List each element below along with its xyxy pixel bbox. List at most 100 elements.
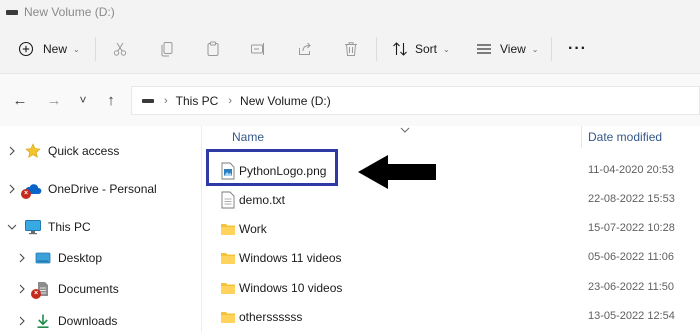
file-name: otherssssss <box>239 310 303 324</box>
file-name: Windows 10 videos <box>239 281 343 295</box>
breadcrumb-new-volume[interactable]: New Volume (D:) <box>240 94 331 108</box>
documents-icon: × <box>31 281 52 299</box>
sidebar-item-downloads[interactable]: Downloads <box>16 310 117 332</box>
back-arrow-icon: ← <box>12 91 28 109</box>
chevron-right-icon[interactable] <box>16 253 28 263</box>
command-bar: New ⌄ Sort ⌄ View ⌄ ··· <box>0 24 700 74</box>
chevron-right-icon[interactable] <box>6 146 18 156</box>
toolbar-divider <box>95 37 96 61</box>
sidebar-item-label: Documents <box>58 282 119 296</box>
cloud-icon: × <box>21 181 42 199</box>
highlight-box <box>206 149 338 186</box>
sort-icon <box>393 42 407 56</box>
copy-icon <box>161 42 173 57</box>
rename-icon <box>251 43 264 55</box>
desktop-icon <box>34 250 52 266</box>
chevron-right-icon[interactable] <box>16 284 28 294</box>
sort-label: Sort <box>415 42 438 56</box>
chevron-down-icon: ⌄ <box>73 44 80 54</box>
chevron-down-icon[interactable] <box>6 223 18 231</box>
file-date: 22-08-2022 15:53 <box>588 193 675 205</box>
new-label: New <box>43 42 68 56</box>
share-icon <box>299 42 311 55</box>
toolbar-divider <box>551 37 552 61</box>
delete-button[interactable] <box>343 24 359 74</box>
column-header-date-modified[interactable]: Date modified <box>588 130 662 144</box>
sidebar-item-quick-access[interactable]: Quick access <box>6 140 119 162</box>
drive-icon <box>6 9 18 15</box>
new-button[interactable]: New ⌄ <box>18 24 80 74</box>
content-area: Quick access × OneDrive - Personal This … <box>0 126 700 332</box>
sidebar-item-label: Downloads <box>58 314 118 328</box>
sidebar-item-this-pc[interactable]: This PC <box>6 216 91 238</box>
pointer-arrow-icon <box>358 155 436 189</box>
copy-button[interactable] <box>159 24 175 74</box>
this-pc-icon <box>142 98 154 103</box>
forward-arrow-icon: → <box>46 91 62 109</box>
column-header-name[interactable]: Name <box>232 130 264 144</box>
up-button[interactable]: ↑ <box>101 90 121 110</box>
file-row[interactable]: Work 15-07-2022 10:28 <box>203 214 700 244</box>
folder-icon <box>220 308 236 326</box>
title-bar: New Volume (D:) <box>0 0 700 24</box>
file-date: 11-04-2020 20:53 <box>588 164 675 176</box>
file-date: 05-06-2022 11:06 <box>588 251 675 263</box>
plus-circle-icon <box>18 41 34 57</box>
sidebar-item-label: Quick access <box>48 144 120 158</box>
view-button[interactable]: View ⌄ <box>476 24 539 74</box>
window-title: New Volume (D:) <box>24 5 115 19</box>
sidebar-item-label: This PC <box>48 220 91 234</box>
folder-icon <box>220 220 236 238</box>
chevron-right-icon: › <box>164 94 168 107</box>
address-bar[interactable]: › This PC › New Volume (D:) <box>131 86 700 115</box>
cut-button[interactable] <box>112 24 128 74</box>
file-date: 13-05-2022 12:54 <box>588 310 675 322</box>
chevron-down-icon: ⌄ <box>443 44 450 54</box>
sync-error-badge-icon: × <box>21 189 31 199</box>
scissors-icon <box>113 42 127 56</box>
forward-button[interactable]: → <box>44 90 64 110</box>
sort-indicator-icon <box>400 122 410 136</box>
toolbar-divider <box>376 37 377 61</box>
file-date: 23-06-2022 11:50 <box>588 281 675 293</box>
more-options-button[interactable]: ··· <box>568 24 587 74</box>
chevron-down-icon: ˅ <box>79 93 87 107</box>
sidebar-item-label: OneDrive - Personal <box>48 182 157 196</box>
sidebar-item-desktop[interactable]: Desktop <box>16 247 102 269</box>
folder-icon <box>220 279 236 297</box>
chevron-down-icon: ⌄ <box>531 44 539 54</box>
sidebar-item-onedrive[interactable]: × OneDrive - Personal <box>6 178 157 200</box>
chevron-right-icon[interactable] <box>6 184 18 194</box>
file-row[interactable]: demo.txt 22-08-2022 15:53 <box>203 185 700 215</box>
file-row[interactable]: Windows 11 videos 05-06-2022 11:06 <box>203 243 700 273</box>
navigation-bar: ← → ˅ ↑ › This PC › New Volume (D:) <box>0 74 700 126</box>
file-row[interactable]: otherssssss 13-05-2022 12:54 <box>203 302 700 332</box>
downloads-icon <box>34 313 52 329</box>
sync-error-badge-icon: × <box>31 289 41 299</box>
file-name: Windows 11 videos <box>239 251 342 265</box>
chevron-right-icon[interactable] <box>16 316 28 326</box>
folder-icon <box>220 249 236 267</box>
up-arrow-icon: ↑ <box>107 91 115 109</box>
file-name: Work <box>239 222 267 236</box>
share-button[interactable] <box>297 24 313 74</box>
text-file-icon <box>220 191 236 209</box>
clipboard-icon <box>207 41 219 56</box>
navigation-pane: Quick access × OneDrive - Personal This … <box>0 126 202 332</box>
view-label: View <box>500 42 526 56</box>
paste-button[interactable] <box>205 24 221 74</box>
sidebar-item-documents[interactable]: × Documents <box>16 278 119 300</box>
rename-button[interactable] <box>250 24 266 74</box>
sidebar-item-label: Desktop <box>58 251 103 265</box>
column-divider[interactable] <box>581 126 582 148</box>
breadcrumb-this-pc[interactable]: This PC <box>176 94 219 108</box>
sort-button[interactable]: Sort ⌄ <box>392 24 450 74</box>
view-list-icon <box>477 44 491 54</box>
back-button[interactable]: ← <box>10 90 30 110</box>
chevron-right-icon: › <box>228 94 233 107</box>
file-name: demo.txt <box>239 193 286 207</box>
monitor-icon <box>24 219 42 235</box>
recent-locations-button[interactable]: ˅ <box>73 90 93 110</box>
file-row[interactable]: Windows 10 videos 23-06-2022 11:50 <box>203 273 700 303</box>
star-icon <box>24 143 42 159</box>
